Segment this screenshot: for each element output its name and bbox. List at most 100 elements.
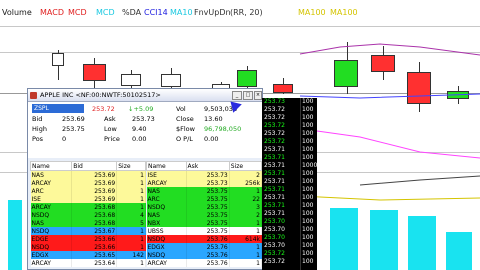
book-cell-price: 253.76 [186,235,230,243]
book-row[interactable]: ISE 253.73 2 [146,170,262,179]
book-row[interactable]: NAS 253.75 1 [146,187,262,195]
symbol-input[interactable]: ZSPL [32,104,84,113]
window-titlebar[interactable]: APPLE INC <NF:00:NWTF:50102517> _ □ × [28,89,262,102]
level2-window[interactable]: APPLE INC <NF:00:NWTF:50102517> _ □ × ZS… [27,88,263,270]
book-cell-price: 253.68 [71,211,118,219]
price-value: 0.00 [132,135,147,143]
book-cell-size: 142 [116,251,146,259]
book-cell-name: NAS [30,219,73,227]
book-cell-size: 1 [229,227,262,235]
trade-size: 100 [302,178,314,185]
book-row[interactable]: NSDQ 253.66 1 [30,243,146,251]
book-cell-name: ISE [30,195,73,203]
trade-price: 253.71 [264,178,285,185]
trade-price: 253.72 [264,250,285,257]
book-cell-price: 253.75 [186,203,230,211]
book-cell-name: NSDQ [30,227,73,235]
trade-size: 100 [302,154,314,161]
book-row[interactable]: NSDQ 253.68 4 [30,211,146,219]
book-cell-size: 1 [116,179,146,187]
trade-price: 253.72 [264,138,285,145]
book-cell-price: 253.75 [186,187,230,195]
maximize-icon[interactable]: □ [243,91,253,100]
book-row[interactable]: NAS 253.68 5 [30,219,146,227]
time-and-sales[interactable]: 253.73 253.72 253.72 253.72 253.72 253.72 253.… [262,98,300,270]
book-row[interactable]: NSDQ 253.76 1 [146,251,262,259]
trade-size: 100 [302,234,314,241]
book-row[interactable]: ISE 253.69 1 [30,195,146,203]
trade-size: 1000 [302,162,318,169]
book-cell-size: 4 [116,211,146,219]
book-row[interactable]: EDGE 253.66 1 [30,235,146,243]
book-row[interactable]: EDGX 253.65 142 [30,251,146,259]
book-cell-size: 5 [116,219,146,227]
col-header[interactable]: Size [228,161,262,171]
price-label: Price [104,135,120,143]
trade-price: 253.70 [264,218,285,225]
book-cell-name: ARCAY [30,259,73,267]
trade-price: 253.72 [264,258,285,265]
book-row[interactable]: NSDQ 253.75 3 [146,203,262,211]
trade-size: 100 [302,146,314,153]
high-value: 253.75 [62,125,85,133]
book-row[interactable]: ARCAY 253.68 1 [30,203,146,211]
bid-book: Name Bid Size NAS 253.69 1 ARCAY 253.69 1 ARC 2… [29,161,146,267]
time-and-sales-sizes[interactable]: 100 100 100 100 100 100 100 100 1000 100 100 100 100… [300,98,317,270]
col-header[interactable]: Name [29,161,73,171]
book-cell-name: NAS [146,187,187,195]
pl-value: 0.00 [204,135,219,143]
trade-size: 100 [302,170,314,177]
book-row[interactable]: NAS 253.69 1 [30,170,146,179]
bid-value: 253.69 [62,115,85,123]
book-cell-name: ARCAY [146,179,187,187]
book-cell-price: 253.69 [71,179,118,187]
book-cell-size: 2 [229,211,262,219]
book-row[interactable]: ARCAY 253.64 1 [30,259,146,267]
col-header[interactable]: Ask [185,161,230,171]
trade-price: 253.71 [264,162,285,169]
book-cell-size: 1 [229,243,262,251]
book-cell-price: 253.66 [71,243,118,251]
trade-price: 253.72 [264,130,285,137]
trade-size: 100 [302,210,314,217]
book-row[interactable]: NSDQ 253.67 1 [30,227,146,235]
volume-bar [446,232,472,270]
change-value: ↓+5.09 [128,105,154,113]
col-header[interactable]: Name [146,161,187,171]
book-row[interactable]: ARCAY 253.73 256k [146,179,262,187]
trade-price: 253.72 [264,106,285,113]
book-row[interactable]: NSDQ 253.76 614k [146,235,262,243]
book-row[interactable]: NBX 253.75 1 [146,219,262,227]
book-row[interactable]: ARC 253.75 22 [146,195,262,203]
book-cell-name: NAS [30,170,73,179]
book-cell-price: 253.76 [186,259,230,267]
book-cell-price: 253.66 [71,235,118,243]
high-label: High [32,125,47,133]
col-header[interactable]: Bid [71,161,118,171]
vol-label: Vol [176,105,186,113]
book-cell-size: 1 [229,251,262,259]
book-row[interactable]: ARCAY 253.69 1 [30,179,146,187]
book-row[interactable]: EDGX 253.76 1 [146,243,262,251]
book-cell-name: NSDQ [146,235,187,243]
close-icon[interactable]: × [254,91,262,100]
book-row[interactable]: NAS 253.75 2 [146,211,262,219]
book-row[interactable]: ARC 253.69 1 [30,187,146,195]
trade-size: 100 [302,194,314,201]
book-cell-price: 253.69 [71,187,118,195]
pos-value: 0 [62,135,67,143]
book-cell-price: 253.69 [71,195,118,203]
trade-size: 100 [302,226,314,233]
trade-size: 100 [302,242,314,249]
book-row[interactable]: UBSS 253.75 1 [146,227,262,235]
close-label: Close [176,115,194,123]
book-row[interactable]: ARCAY 253.76 1 [146,259,262,267]
app-logo-icon [30,92,37,99]
trade-size: 100 [302,98,314,105]
trade-price: 253.70 [264,226,285,233]
col-header[interactable]: Size [116,161,146,171]
book-cell-size: 1 [116,170,146,179]
volume-bar [370,210,398,270]
book-cell-size: 1 [229,219,262,227]
trade-size: 100 [302,114,314,121]
